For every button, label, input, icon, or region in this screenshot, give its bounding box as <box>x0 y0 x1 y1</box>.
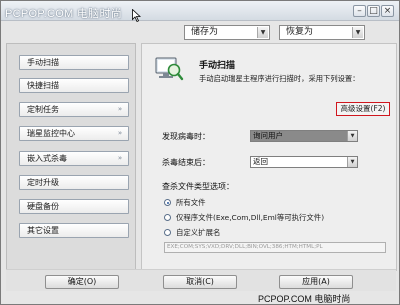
after-scan-label: 杀毒结束后： <box>162 158 210 167</box>
sidebar-item-label: 嵌入式杀毒 <box>27 154 67 163</box>
sidebar: 手动扫描 快捷扫描 定制任务 » 瑞星监控中心 » 嵌入式杀毒 » 定时升级 硬… <box>6 43 136 271</box>
on-virus-found-label: 发现病毒时： <box>162 132 210 141</box>
double-chevron-icon: » <box>117 129 123 137</box>
minimize-button[interactable]: – <box>353 5 366 17</box>
sidebar-item-label: 其它设置 <box>27 226 59 235</box>
extensions-input[interactable]: EXE;COM;SYS;VXD;DRV;DLL;BIN;OVL;386;HTM;… <box>164 242 386 253</box>
save-as-label: 储存为 <box>191 27 219 37</box>
double-chevron-icon: » <box>117 154 123 162</box>
mouse-cursor-icon <box>132 9 141 22</box>
radio-program-files[interactable]: 仅程序文件(Exe,Com,Dll,Eml等可执行文件) <box>164 212 324 223</box>
chevron-down-icon: ▼ <box>257 27 268 38</box>
chevron-down-icon: ▼ <box>347 131 357 141</box>
double-chevron-icon: » <box>117 105 123 113</box>
radio-custom-extensions-label: 自定义扩展名 <box>176 228 221 237</box>
sidebar-item-disk-backup[interactable]: 硬盘备份 <box>19 199 129 214</box>
radio-selected-icon <box>164 199 171 206</box>
panel-title: 手动扫描 <box>199 61 236 71</box>
radio-icon <box>164 214 171 221</box>
sidebar-item-other-settings[interactable]: 其它设置 <box>19 223 129 238</box>
file-type-options-label: 查杀文件类型选项： <box>162 182 234 191</box>
restore-as-dropdown[interactable]: 恢复为 ▼ <box>279 25 365 40</box>
sidebar-item-label: 快捷扫描 <box>27 81 59 90</box>
sidebar-item-label: 定时升级 <box>27 178 59 187</box>
sidebar-item-custom-task[interactable]: 定制任务 » <box>19 102 129 117</box>
sidebar-item-scheduled-update[interactable]: 定时升级 <box>19 175 129 190</box>
restore-as-label: 恢复为 <box>286 27 314 37</box>
radio-all-files[interactable]: 所有文件 <box>164 197 206 208</box>
settings-window: PCPOP.COM 电脑时尚 – □ × 储存为 ▼ 恢复为 ▼ 手动扫描 快捷… <box>0 0 400 305</box>
chevron-down-icon: ▼ <box>347 157 357 167</box>
sidebar-item-label: 硬盘备份 <box>27 202 59 211</box>
sidebar-item-manual-scan[interactable]: 手动扫描 <box>19 55 129 70</box>
sidebar-item-quick-scan[interactable]: 快捷扫描 <box>19 78 129 93</box>
chevron-down-icon: ▼ <box>352 27 363 38</box>
title-bar: PCPOP.COM 电脑时尚 – □ × <box>1 1 399 22</box>
radio-icon <box>164 229 171 236</box>
window-title: PCPOP.COM 电脑时尚 <box>5 8 123 20</box>
radio-custom-extensions[interactable]: 自定义扩展名 <box>164 227 220 238</box>
apply-button[interactable]: 应用(A) <box>279 275 353 289</box>
ok-button[interactable]: 确定(O) <box>45 275 119 289</box>
sidebar-item-embedded-scan[interactable]: 嵌入式杀毒 » <box>19 151 129 166</box>
maximize-button[interactable]: □ <box>367 5 380 17</box>
scanner-monitor-icon <box>155 57 184 81</box>
after-scan-select[interactable]: 返回 ▼ <box>250 156 358 168</box>
radio-program-files-label: 仅程序文件(Exe,Com,Dll,Eml等可执行文件) <box>176 213 325 222</box>
radio-all-files-label: 所有文件 <box>176 198 206 207</box>
toolbar: 储存为 ▼ 恢复为 ▼ <box>1 23 399 43</box>
advanced-settings-button[interactable]: 高级设置(F2) <box>336 102 390 116</box>
sidebar-item-label: 手动扫描 <box>27 58 59 67</box>
close-button[interactable]: × <box>381 5 394 17</box>
sidebar-item-label: 瑞星监控中心 <box>27 129 75 138</box>
sidebar-item-label: 定制任务 <box>27 105 59 114</box>
settings-panel: 手动扫描 手动启动瑞星主程序进行扫描时，采用下列设置： 高级设置(F2) 发现病… <box>141 43 397 271</box>
panel-description: 手动启动瑞星主程序进行扫描时，采用下列设置： <box>199 74 360 83</box>
on-virus-found-select[interactable]: 询问用户 ▼ <box>250 130 358 142</box>
save-as-dropdown[interactable]: 储存为 ▼ <box>184 25 270 40</box>
sidebar-item-monitor-center[interactable]: 瑞星监控中心 » <box>19 126 129 141</box>
on-virus-found-value: 询问用户 <box>253 131 283 140</box>
watermark-text: PCPOP.COM 电脑时尚 <box>258 294 351 304</box>
cancel-button[interactable]: 取消(C) <box>163 275 237 289</box>
after-scan-value: 返回 <box>253 157 268 166</box>
